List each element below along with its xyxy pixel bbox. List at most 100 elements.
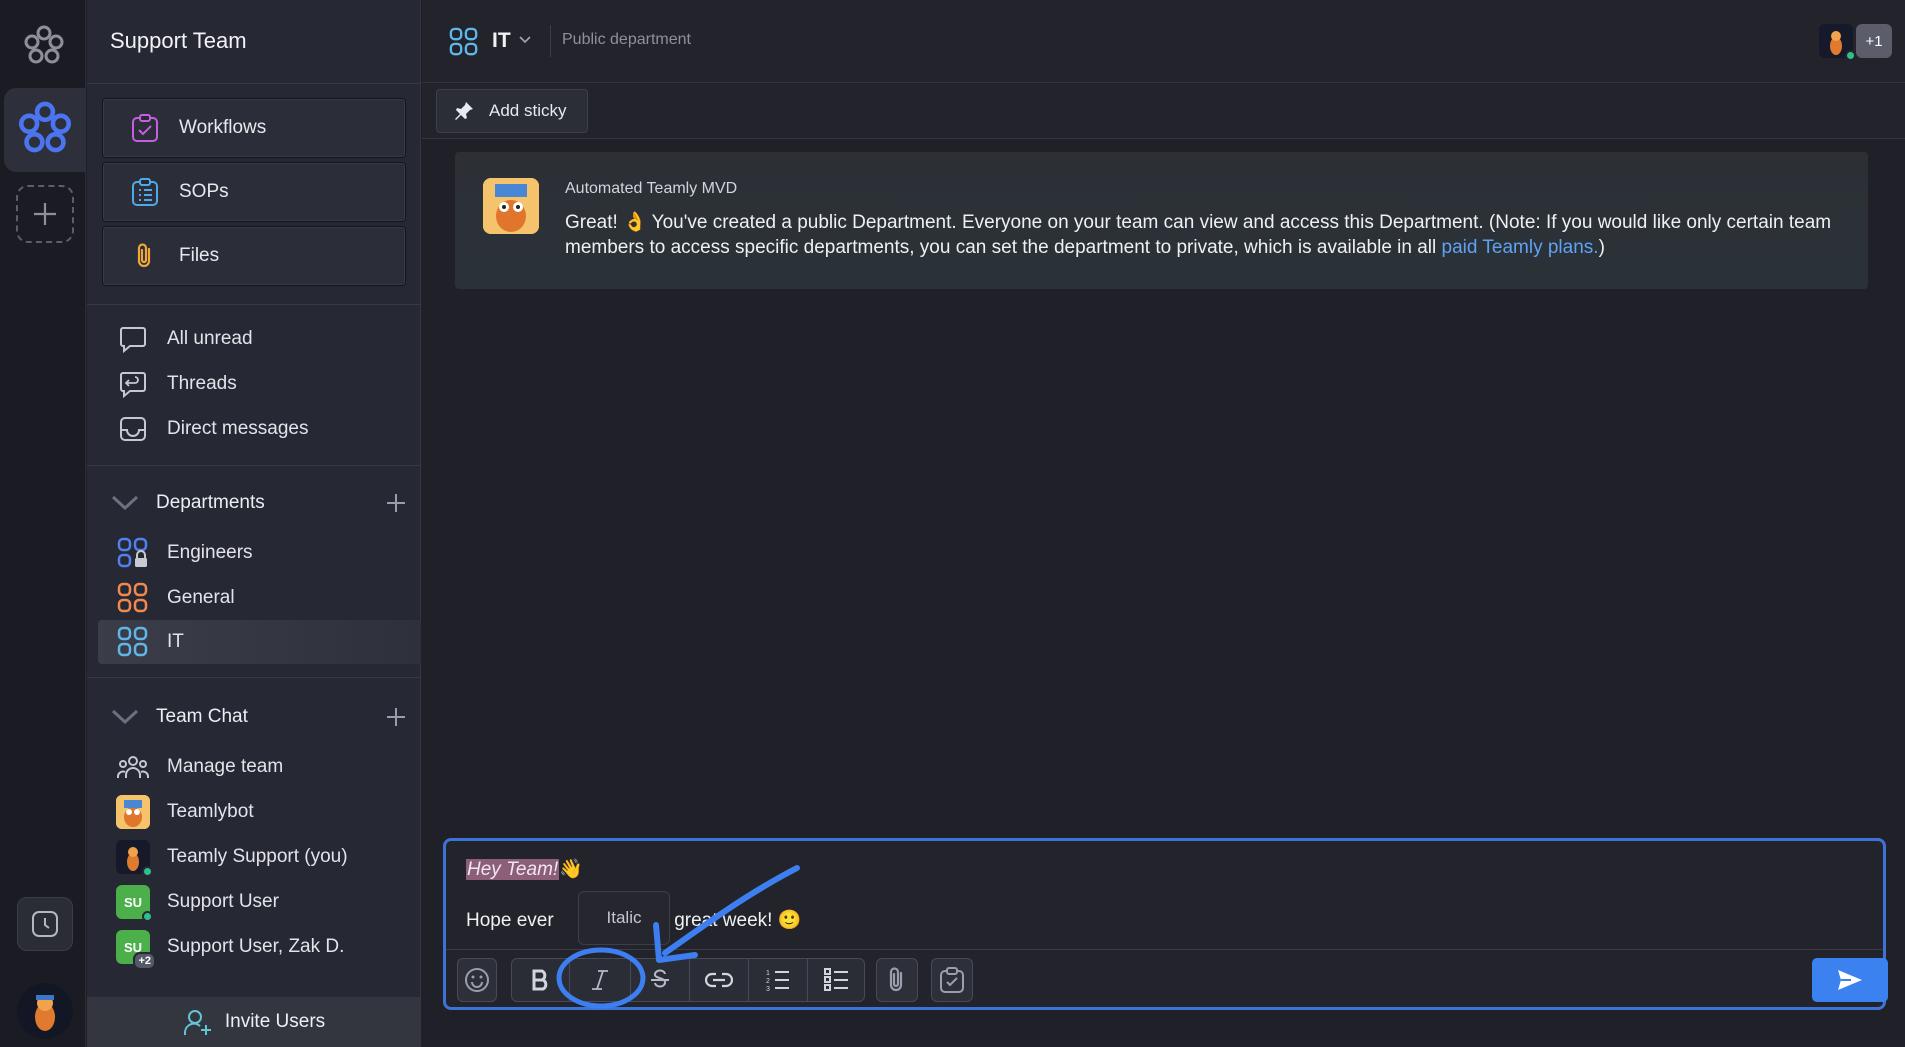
department-grid-icon [449,27,478,56]
chat-label: Teamlybot [167,801,254,822]
channel-name[interactable]: IT [492,29,511,53]
attach-button[interactable] [876,958,918,1002]
message-author: Automated Teamly MVD [565,180,738,197]
nav-threads[interactable]: Threads [98,362,421,406]
divider [87,83,421,84]
user-avatar[interactable] [17,983,73,1039]
composer-line-1: Hey Team!👋 [466,857,583,881]
svg-text:3: 3 [766,986,770,992]
numbered-list-icon: 123 [766,970,789,992]
files-label: Files [179,245,220,266]
wave-emoji: 👋 [559,859,583,880]
department-grid-icon [116,536,150,570]
support-avatar-wrap [116,840,153,877]
invite-users-label: Invite Users [224,1011,326,1032]
more-members-button[interactable]: +1 [1856,24,1892,58]
italic-button[interactable] [570,959,630,1001]
online-status-dot [142,911,153,922]
chat-teamlybot[interactable]: Teamlybot [98,790,421,834]
bot-avatar [483,178,539,234]
composer-toolbar: 123 [446,949,1888,1007]
channel-main: IT Public department +1 Add sticky Autom… [422,0,1905,1047]
dept-engineers[interactable]: Engineers [98,531,421,575]
group-avatar-wrap: SU +2 [116,930,156,970]
chat-manage-team[interactable]: Manage team [98,745,421,789]
chat-support-user-group[interactable]: SU +2 Support User, Zak D. [98,925,421,970]
svg-text:2: 2 [766,978,770,985]
selected-text: Hey Team! [466,859,560,880]
add-sticky-button[interactable]: Add sticky [436,89,588,133]
emoji-button[interactable] [457,958,497,1002]
paperclip-icon [889,967,903,992]
history-button[interactable] [17,897,73,951]
sops-label: SOPs [179,181,229,202]
add-department-icon[interactable] [385,492,407,514]
link-button[interactable] [690,959,748,1001]
chevron-down-icon [111,709,139,725]
dept-it[interactable]: IT [98,620,421,664]
department-grid-icon [116,625,150,659]
chevron-down-icon[interactable] [518,35,532,45]
bold-button[interactable] [512,959,569,1001]
format-toolbar: 123 [511,958,865,1002]
dept-general[interactable]: General [98,576,421,620]
departments-header[interactable]: Departments [98,483,421,523]
workspace-rail [0,0,86,1047]
paid-plans-link[interactable]: paid Teamly plans. [1442,237,1599,258]
extra-members-badge: +2 [133,952,156,970]
channel-header: IT Public department +1 [422,0,1905,83]
department-grid-icon [116,581,150,615]
sidebar: Support Team Workflows SOPs Files All un… [87,0,421,1047]
message-text: Great! 👌 You've created a public Departm… [565,212,1832,258]
chat-bubble-icon [116,322,150,356]
sop-list-icon [132,178,158,206]
team-chat-header[interactable]: Team Chat [98,697,421,737]
divider [87,677,421,678]
avatar-initials: SU [123,894,143,910]
strikethrough-button[interactable] [631,959,689,1001]
add-sticky-label: Add sticky [489,101,567,120]
workflows-button[interactable]: Workflows [102,98,406,158]
send-icon [1838,970,1862,990]
online-status-dot [1845,50,1856,61]
pin-icon [455,102,473,120]
workflows-label: Workflows [179,117,267,138]
message-composer[interactable]: Hey Team!👋 Hope ever aving a great week! … [443,838,1888,1010]
teamly-support-avatar [116,840,153,877]
chevron-down-icon [111,495,139,511]
dept-label: IT [167,631,184,652]
workflow-check-icon [132,114,158,142]
sops-button[interactable]: SOPs [102,162,406,222]
strikethrough-icon [651,969,669,988]
files-button[interactable]: Files [102,226,406,286]
chat-support-user[interactable]: SU Support User [98,880,421,924]
invite-users-button[interactable]: Invite Users [87,997,421,1047]
nav-direct-messages[interactable]: Direct messages [98,407,421,451]
divider [87,465,421,466]
dept-label: Engineers [167,542,253,563]
bold-icon [532,969,547,991]
add-chat-icon[interactable] [385,706,407,728]
add-user-icon [183,1010,211,1035]
sticky-bar: Add sticky [422,84,1905,139]
link-icon [705,972,733,988]
group-avatar: SU +2 [116,930,156,970]
task-button[interactable] [931,958,973,1002]
svg-text:1: 1 [766,970,770,977]
italic-tooltip: Italic [578,891,670,945]
add-workspace-button[interactable] [16,185,74,243]
send-button[interactable] [1812,958,1888,1002]
nav-all-unread[interactable]: All unread [98,317,421,361]
teamly-logo-icon[interactable] [22,24,66,68]
nav-label: Threads [167,373,237,394]
online-status-dot [142,866,153,877]
chat-teamly-support[interactable]: Teamly Support (you) [98,835,421,879]
bullet-list-button[interactable] [808,959,866,1001]
member-avatar[interactable] [1819,24,1856,61]
clock-icon [32,911,58,937]
numbered-list-button[interactable]: 123 [749,959,807,1001]
threads-icon [116,367,150,401]
workspace-support-team[interactable] [4,88,86,172]
team-people-icon [116,750,150,784]
divider [87,304,421,305]
